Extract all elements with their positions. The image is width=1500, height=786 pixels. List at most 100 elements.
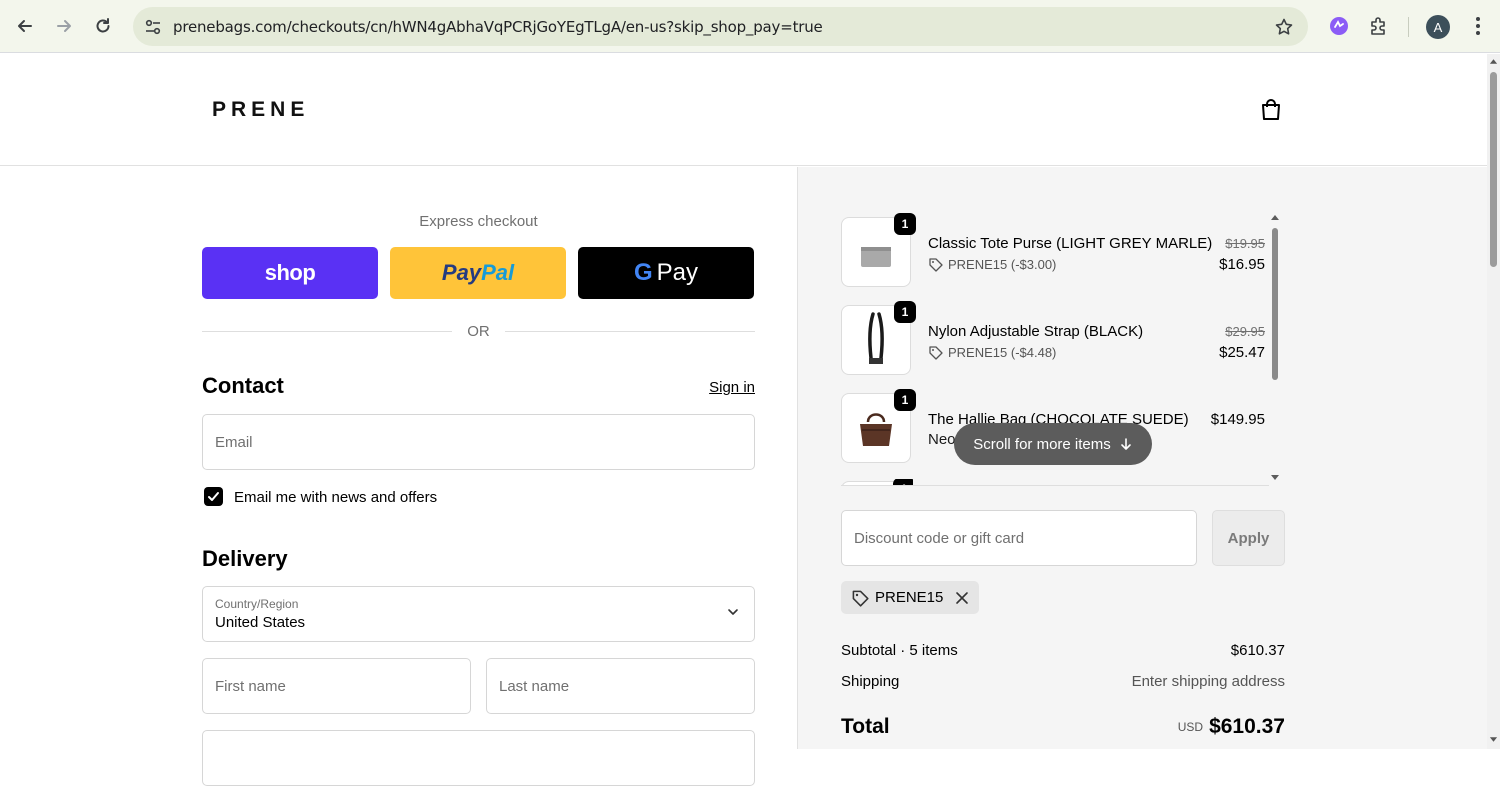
chevron-down-icon [728, 609, 738, 615]
product-thumbnail: 1 [841, 301, 916, 375]
item-price: $149.95 [1210, 411, 1265, 428]
item-original-price: $19.95 [1225, 236, 1265, 251]
quantity-badge: 1 [894, 301, 916, 323]
store-header: PRENE [0, 54, 1487, 166]
paypal-button[interactable]: Pay Pal [390, 247, 566, 299]
scroll-hint-label: Scroll for more items [973, 435, 1111, 453]
total-amount: USD $610.37 [1178, 715, 1285, 739]
items-scrollbar-thumb[interactable] [1272, 228, 1278, 380]
profile-avatar[interactable]: A [1426, 15, 1450, 39]
newsletter-label: Email me with news and offers [234, 489, 438, 506]
subtotal-row: Subtotal · 5 items $610.37 [841, 642, 1285, 659]
item-variant: Neo [928, 431, 956, 448]
arrow-right-icon [57, 20, 71, 32]
or-divider: OR [202, 322, 755, 342]
tote-bag-image [861, 247, 891, 267]
google-pay-button[interactable]: G Pay [578, 247, 754, 299]
address-bar[interactable]: prenebags.com/checkouts/cn/hWN4gAbhaVqPC… [133, 7, 1308, 46]
shipping-label: Shipping [841, 673, 900, 690]
item-name: Nylon Adjustable Strap (BLACK) [928, 323, 1144, 340]
tag-icon [929, 346, 943, 360]
shipping-value: Enter shipping address [1131, 673, 1285, 690]
address-field[interactable] [202, 730, 755, 786]
google-pay-label: Pay [656, 259, 699, 286]
avatar-letter: A [1433, 19, 1443, 35]
puzzle-extensions-icon[interactable] [1367, 14, 1391, 38]
order-summary: 1 Classic Tote Purse (LIGHT GREY MARLE) … [797, 167, 1487, 749]
tag-icon [852, 590, 869, 607]
item-discount-text: PRENE15 (-$4.48) [948, 345, 1057, 360]
shop-pay-label: shop [264, 260, 316, 285]
delivery-title: Delivery [202, 546, 288, 571]
product-thumbnail: 1 [841, 389, 916, 463]
quantity-badge: 1 [894, 213, 916, 235]
toolbar-divider [1408, 17, 1409, 37]
item-price: $16.95 [1219, 256, 1265, 273]
page-scroll-down-icon[interactable] [1489, 736, 1498, 744]
hallie-bag-image [860, 413, 892, 446]
forward-button[interactable] [48, 10, 80, 42]
arrow-down-icon [1120, 438, 1131, 450]
url-text[interactable]: prenebags.com/checkouts/cn/hWN4gAbhaVqPC… [173, 18, 823, 36]
google-g-icon: G [633, 259, 653, 286]
strap-image [868, 312, 884, 364]
total-label: Total [841, 715, 890, 738]
kebab-menu-icon[interactable] [1466, 14, 1490, 38]
subtotal-value: $610.37 [1230, 642, 1285, 659]
item-variant-text: Neo [928, 431, 956, 448]
shop-pay-button[interactable]: shop [202, 247, 378, 299]
shopping-bag-icon[interactable] [1258, 97, 1284, 123]
total-row: Total USD $610.37 [841, 715, 1285, 739]
reload-icon [96, 18, 110, 33]
country-value: United States [215, 614, 306, 631]
page-scrollbar-thumb[interactable] [1490, 72, 1497, 267]
apply-button[interactable]: Apply [1212, 510, 1285, 566]
reload-button[interactable] [87, 10, 119, 42]
shipping-row: Shipping Enter shipping address [841, 673, 1285, 690]
item-price: $25.47 [1219, 344, 1265, 361]
last-name-field[interactable]: Last name [486, 658, 755, 714]
page-scroll-up-icon[interactable] [1489, 57, 1498, 65]
item-name: Classic Tote Purse (LIGHT GREY MARLE) [928, 235, 1213, 252]
checkout-form: Express checkout shop Pay Pal G Pay OR Co… [0, 167, 797, 786]
newsletter-checkbox[interactable] [204, 487, 223, 506]
back-button[interactable] [9, 10, 41, 42]
bookmark-star-icon[interactable] [1272, 15, 1296, 39]
item-discount: PRENE15 (-$4.48) [928, 345, 1056, 360]
discount-placeholder: Discount code or gift card [854, 530, 1025, 547]
scroll-for-more-button[interactable]: Scroll for more items [954, 423, 1152, 465]
checkmark-icon [208, 492, 219, 501]
item-discount-text: PRENE15 (-$3.00) [948, 257, 1057, 272]
paypal-label-part1: Pay [441, 260, 482, 285]
last-name-placeholder: Last name [499, 678, 570, 695]
subtotal-label: Subtotal · 5 items [841, 642, 958, 659]
paypal-label-part2: Pal [481, 260, 515, 285]
sign-in-link[interactable]: Sign in [709, 379, 755, 396]
extension-icon[interactable] [1327, 14, 1351, 38]
total-currency: USD [1177, 720, 1204, 734]
store-logo[interactable]: PRENE [212, 98, 309, 122]
product-thumbnail: 1 [841, 213, 916, 287]
express-checkout-label: Express checkout [419, 213, 538, 230]
scroll-up-arrow-icon[interactable] [1270, 213, 1280, 221]
contact-title: Contact [202, 373, 284, 398]
site-settings-icon[interactable] [141, 15, 165, 39]
scroll-down-arrow-icon[interactable] [1270, 474, 1280, 482]
country-select[interactable]: Country/Region United States [202, 586, 755, 642]
country-label: Country/Region [215, 597, 299, 611]
total-value: $610.37 [1209, 715, 1285, 738]
tag-icon [929, 258, 943, 272]
line-item: 1 Classic Tote Purse (LIGHT GREY MARLE) … [841, 213, 1281, 289]
first-name-field[interactable]: First name [202, 658, 471, 714]
page-scrollbar[interactable] [1487, 54, 1500, 749]
first-name-placeholder: First name [215, 678, 286, 695]
close-icon[interactable] [955, 591, 969, 605]
item-discount: PRENE15 (-$3.00) [928, 257, 1056, 272]
list-divider [841, 485, 1269, 486]
item-original-price: $29.95 [1225, 324, 1265, 339]
browser-toolbar: prenebags.com/checkouts/cn/hWN4gAbhaVqPC… [0, 0, 1500, 53]
line-item: 1 Nylon Adjustable Strap (BLACK) PRENE15… [841, 301, 1281, 377]
discount-code-input[interactable]: Discount code or gift card [841, 510, 1197, 566]
quantity-badge: 1 [894, 389, 916, 411]
email-field[interactable]: Email [202, 414, 755, 470]
